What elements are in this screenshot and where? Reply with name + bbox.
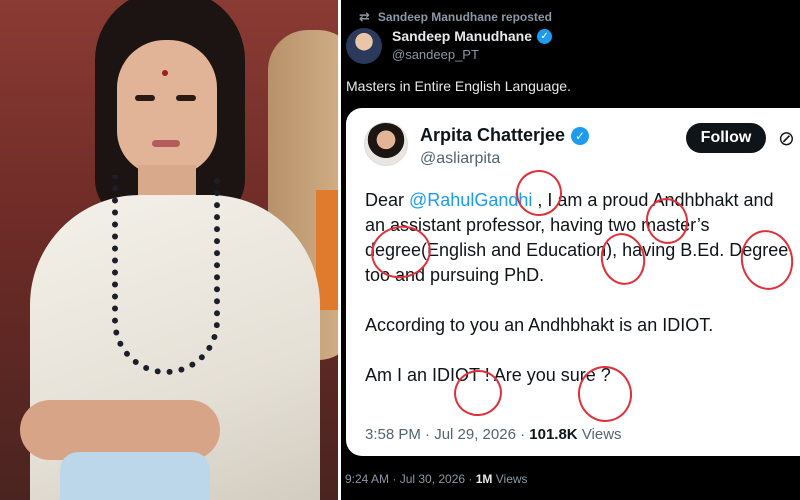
follow-button[interactable]: Follow	[686, 123, 766, 153]
author-name[interactable]: Sandeep Manudhane	[392, 28, 532, 44]
tweet-panel: ⇄ Sandeep Manudhane reposted Sandeep Man…	[341, 0, 800, 500]
tweet-meta: 9:24 AM · Jul 30, 2026 · 1M Views	[345, 472, 528, 486]
repost-icon: ⇄	[359, 9, 370, 24]
quoted-author-handle[interactable]: @asliarpita	[420, 150, 500, 168]
left-eye	[135, 95, 155, 101]
verified-badge-icon: ✓	[537, 28, 553, 44]
quoted-tweet-meta: 3:58 PM · Jul 29, 2026 · 101.8K Views	[365, 426, 622, 443]
tweet-views-label: Views	[495, 472, 528, 486]
tweet-views-count: 1M	[475, 472, 493, 486]
portrait-photo	[0, 0, 338, 500]
quoted-author-name-row[interactable]: Arpita Chatterjee ✓	[420, 125, 590, 146]
body-text: According to you an Andhbhakt is an IDIO…	[365, 315, 714, 335]
lips	[152, 140, 180, 147]
repost-header[interactable]: ⇄ Sandeep Manudhane reposted	[359, 9, 552, 25]
tweet-timestamp[interactable]: 9:24 AM · Jul 30, 2026 ·	[345, 472, 472, 486]
quoted-author-avatar[interactable]	[364, 122, 408, 166]
quoted-tweet-card[interactable]: Arpita Chatterjee ✓ @asliarpita Follow ⊘…	[346, 108, 800, 456]
folded-hands	[20, 400, 220, 460]
quoted-views-label: Views	[581, 426, 622, 443]
face-mask	[60, 452, 210, 500]
body-paragraph-1: Dear @RahulGandhi , I am a proud Andhbha…	[365, 188, 800, 288]
bindi	[162, 70, 168, 76]
verified-badge-icon: ✓	[571, 126, 590, 145]
bead-necklace	[112, 175, 220, 375]
quoted-author-name[interactable]: Arpita Chatterjee	[420, 125, 565, 146]
quoted-tweet-body: Dear @RahulGandhi , I am a proud Andhbha…	[365, 188, 800, 388]
face	[117, 40, 217, 175]
author-avatar[interactable]	[346, 28, 382, 64]
body-paragraph-2: According to you an Andhbhakt is an IDIO…	[365, 313, 800, 338]
author-handle[interactable]: @sandeep_PT	[392, 47, 479, 62]
repost-text: Sandeep Manudhane reposted	[377, 10, 552, 24]
quoted-views-count: 101.8K	[529, 426, 578, 443]
body-text: Dear	[365, 190, 410, 210]
quoted-timestamp[interactable]: 3:58 PM · Jul 29, 2026 ·	[365, 426, 525, 443]
author-name-row[interactable]: Sandeep Manudhane ✓	[392, 28, 553, 44]
mention-link[interactable]: @RahulGandhi	[409, 190, 532, 210]
right-eye	[176, 95, 196, 101]
grok-icon[interactable]: ⊘	[778, 126, 795, 151]
tweet-text: Masters in Entire English Language.	[346, 78, 571, 94]
